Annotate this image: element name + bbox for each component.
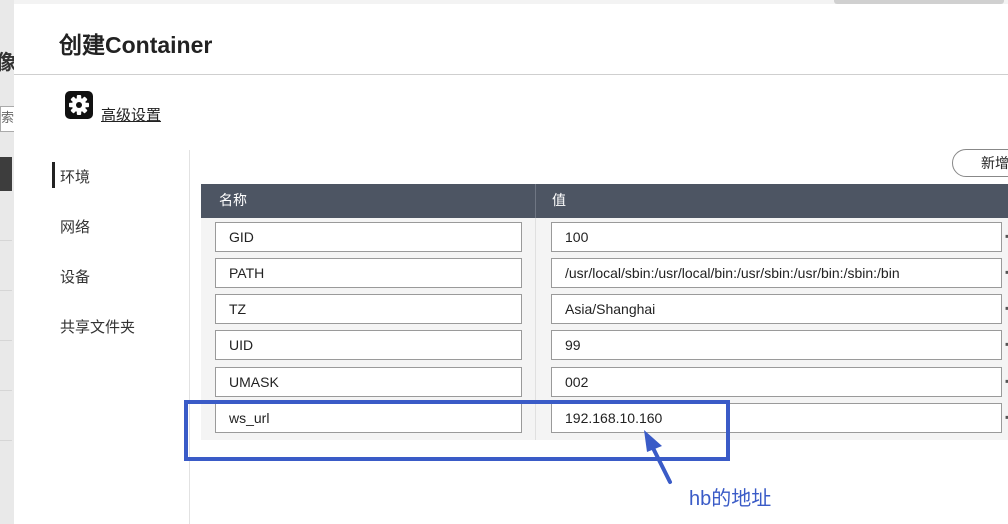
gear-icon[interactable]: [65, 91, 93, 119]
header-divider: [14, 74, 1008, 75]
variable-value-input[interactable]: 100: [551, 222, 1002, 252]
variable-name-input[interactable]: UID: [215, 330, 522, 360]
table-row: PATH /usr/local/sbin:/usr/local/bin:/usr…: [201, 258, 1008, 294]
dialog-title: 创建Container: [59, 32, 213, 58]
sidenav-item-shared-folders[interactable]: 共享文件夹: [60, 316, 135, 337]
advanced-settings-link[interactable]: 高级设置: [101, 104, 161, 125]
sidenav-item-devices[interactable]: 设备: [60, 266, 90, 287]
table-header: 名称 值: [201, 184, 1008, 218]
sidenav-item-environment[interactable]: 环境: [51, 162, 90, 188]
variable-name-input[interactable]: TZ: [215, 294, 522, 324]
header-separator: [535, 184, 536, 218]
background-divider: [0, 240, 12, 241]
sidenav-divider: [189, 150, 190, 524]
background-dark-block: [0, 157, 12, 191]
table-row: GID 100 ▪: [201, 222, 1008, 258]
table-row: UID 99 ▪: [201, 330, 1008, 366]
background-app-edge: 像 索: [0, 0, 16, 524]
table-row: UMASK 002 ▪: [201, 367, 1008, 403]
variable-value-input[interactable]: /usr/local/sbin:/usr/local/bin:/usr/sbin…: [551, 258, 1002, 288]
variable-value-input[interactable]: 99: [551, 330, 1002, 360]
table-row: TZ Asia/Shanghai ▪: [201, 294, 1008, 330]
background-divider: [0, 340, 12, 341]
background-divider: [0, 290, 12, 291]
sidenav-item-network[interactable]: 网络: [60, 216, 90, 237]
annotation-highlight-box: [184, 400, 730, 461]
column-header-name: 名称: [219, 192, 247, 208]
annotation-label: hb的地址: [689, 488, 772, 510]
add-variable-button[interactable]: 新增: [952, 149, 1008, 177]
background-divider: [0, 440, 12, 441]
column-header-value: 值: [552, 192, 566, 208]
variable-name-input[interactable]: PATH: [215, 258, 522, 288]
background-divider: [0, 390, 12, 391]
variable-value-input[interactable]: Asia/Shanghai: [551, 294, 1002, 324]
variable-name-input[interactable]: UMASK: [215, 367, 522, 397]
variable-value-input[interactable]: 002: [551, 367, 1002, 397]
variable-name-input[interactable]: GID: [215, 222, 522, 252]
